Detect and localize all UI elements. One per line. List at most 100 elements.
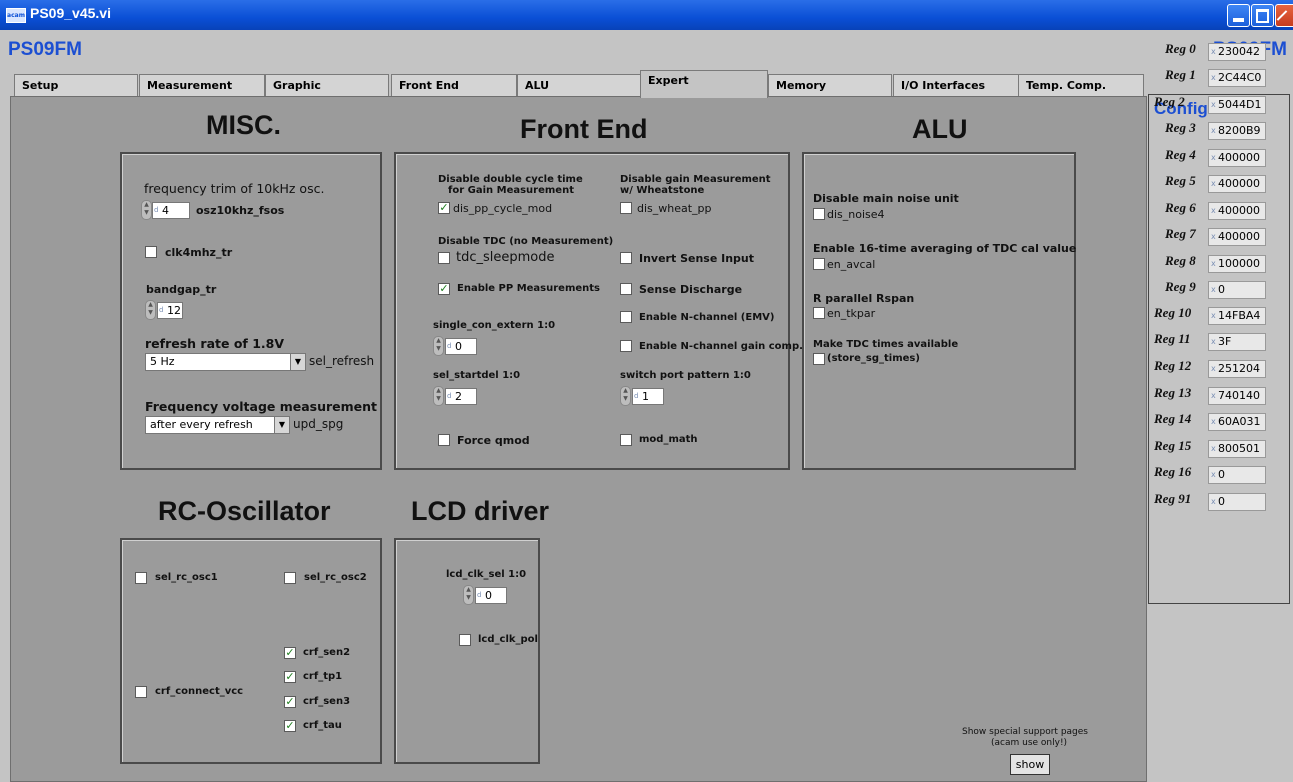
sg-checkbox[interactable] — [813, 353, 825, 365]
tau-checkbox[interactable]: ✓ — [284, 720, 296, 732]
switch-port-input[interactable]: d1 — [632, 388, 664, 405]
minimize-button[interactable] — [1227, 4, 1250, 27]
sen3-checkbox[interactable]: ✓ — [284, 696, 296, 708]
sen2-checkbox[interactable]: ✓ — [284, 647, 296, 659]
freq-trim-input[interactable]: d4 — [152, 202, 190, 219]
register-label: Reg 15 — [1154, 438, 1192, 453]
bandgap-spinner[interactable]: ▲ ▼ — [145, 300, 156, 320]
clk4mhz-checkbox[interactable] — [145, 246, 157, 258]
tkpar-label: en_tkpar — [827, 307, 876, 320]
dis-wheat-checkbox[interactable] — [620, 202, 632, 214]
refresh-name: sel_refresh — [309, 354, 375, 368]
osc2-checkbox[interactable] — [284, 572, 296, 584]
register-value: x0 — [1208, 493, 1266, 511]
avcal-checkbox[interactable] — [813, 258, 825, 270]
osc1-checkbox[interactable] — [135, 572, 147, 584]
tab-alu[interactable]: ALU — [517, 74, 641, 96]
switch-port-label: switch port pattern 1:0 — [620, 370, 751, 381]
register-label: Reg 13 — [1154, 385, 1192, 400]
tab-front-end[interactable]: Front End — [391, 74, 517, 96]
nchannel-label: Enable N-channel (EMV) — [639, 312, 775, 323]
dis-wheat-label: dis_wheat_pp — [637, 202, 712, 215]
osc1-label: sel_rc_osc1 — [155, 572, 218, 583]
vcc-checkbox[interactable] — [135, 686, 147, 698]
register-value: x 400000 — [1208, 175, 1266, 193]
nchannel-gain-checkbox[interactable] — [620, 340, 632, 352]
dis-cycle-label: dis_pp_cycle_mod — [453, 202, 553, 215]
freqvolt-dropdown[interactable]: after every refresh — [145, 416, 275, 434]
noise-title: Disable main noise unit — [813, 192, 959, 205]
register-value: x 14FBA4 — [1208, 307, 1266, 325]
force-qmod-label: Force qmod — [457, 434, 530, 447]
tkpar-title: R parallel Rspan — [813, 292, 915, 305]
tab-expert[interactable]: Expert — [640, 70, 768, 98]
section-title-lcd-driver: LCD driver — [411, 496, 550, 526]
section-title-front-end: Front End — [520, 114, 648, 144]
register-label: Reg 7 — [1165, 226, 1196, 241]
register-label: Reg 9 — [1165, 279, 1196, 294]
single-con-input[interactable]: d0 — [445, 338, 477, 355]
freq-trim-name: osz10khz_fsos — [196, 204, 285, 217]
freq-trim-spinner[interactable]: ▲ ▼ — [141, 200, 152, 220]
sg-label: (store_sg_times) — [827, 353, 920, 364]
mod-math-label: mod_math — [639, 434, 698, 445]
sense-dis-checkbox[interactable] — [620, 283, 632, 295]
sel-startdel-label: sel_startdel 1:0 — [433, 370, 521, 381]
refresh-dropdown[interactable]: 5 Hz — [145, 353, 291, 371]
tkpar-checkbox[interactable] — [813, 307, 825, 319]
register-value: x 400000 — [1208, 202, 1266, 220]
support-text-2: (acam use only!) — [991, 738, 1068, 748]
sel-startdel-spinner[interactable]: ▲ ▼ — [433, 386, 444, 406]
register-label: Reg 16 — [1154, 464, 1192, 479]
dis-cycle-checkbox[interactable]: ✓ — [438, 202, 450, 214]
tp1-checkbox[interactable]: ✓ — [284, 671, 296, 683]
sen2-label: crf_sen2 — [303, 647, 351, 658]
noise-label: dis_noise4 — [827, 208, 885, 221]
mod-math-checkbox[interactable] — [620, 434, 632, 446]
force-qmod-checkbox[interactable] — [438, 434, 450, 446]
avcal-title: Enable 16-time averaging of TDC cal valu… — [813, 242, 1077, 255]
nchannel-checkbox[interactable] — [620, 311, 632, 323]
dis-wheat-title-1: Disable gain Measurement — [620, 174, 771, 185]
lcd-clk-sel-input[interactable]: d0 — [475, 587, 507, 604]
register-label: Reg 1 — [1165, 67, 1196, 82]
register-value: x 400000 — [1208, 228, 1266, 246]
invert-label: Invert Sense Input — [639, 252, 755, 265]
freqvolt-dropdown-arrow[interactable]: ▼ — [274, 416, 290, 434]
tab-setup[interactable]: Setup — [14, 74, 138, 96]
maximize-button[interactable] — [1251, 4, 1274, 27]
sen3-label: crf_sen3 — [303, 696, 351, 707]
enable-pp-checkbox[interactable]: ✓ — [438, 283, 450, 295]
tab-io-interfaces[interactable]: I/O Interfaces — [893, 74, 1019, 96]
clk4mhz-label: clk4mhz_tr — [165, 246, 233, 259]
refresh-dropdown-arrow[interactable]: ▼ — [290, 353, 306, 371]
section-title-alu: ALU — [912, 114, 968, 144]
lcd-clk-sel-spinner[interactable]: ▲ ▼ — [463, 585, 474, 605]
vcc-label: crf_connect_vcc — [155, 686, 244, 697]
noise-checkbox[interactable] — [813, 208, 825, 220]
front-end-group — [394, 152, 790, 470]
tdc-sleep-label: tdc_sleepmode — [456, 250, 555, 265]
single-con-label: single_con_extern 1:0 — [433, 320, 556, 331]
sense-dis-label: Sense Discharge — [639, 283, 743, 296]
app-icon: acam — [6, 8, 26, 23]
invert-checkbox[interactable] — [620, 252, 632, 264]
tab-measurement[interactable]: Measurement — [139, 74, 265, 96]
register-value: x 740140 — [1208, 387, 1266, 405]
register-label: Reg 5 — [1165, 173, 1196, 188]
sel-startdel-input[interactable]: d2 — [445, 388, 477, 405]
single-con-spinner[interactable]: ▲ ▼ — [433, 336, 444, 356]
tab-temp-comp[interactable]: Temp. Comp. — [1018, 74, 1144, 96]
configuration-panel: Configuration Reg 0x230042Reg 1x2C44C0Re… — [1148, 41, 1290, 604]
show-support-button[interactable]: show — [1010, 754, 1050, 775]
tdc-sleep-checkbox[interactable] — [438, 252, 450, 264]
tab-graphic[interactable]: Graphic — [265, 74, 389, 96]
close-button[interactable] — [1275, 4, 1293, 27]
sg-title: Make TDC times available — [813, 339, 959, 350]
switch-port-spinner[interactable]: ▲ ▼ — [620, 386, 631, 406]
bandgap-input[interactable]: d 12 — [157, 302, 183, 319]
tab-memory[interactable]: Memory — [768, 74, 892, 96]
dis-cycle-title-2: for Gain Measurement — [448, 185, 574, 196]
lcd-clk-pol-checkbox[interactable] — [459, 634, 471, 646]
register-value: x0 — [1208, 466, 1266, 484]
